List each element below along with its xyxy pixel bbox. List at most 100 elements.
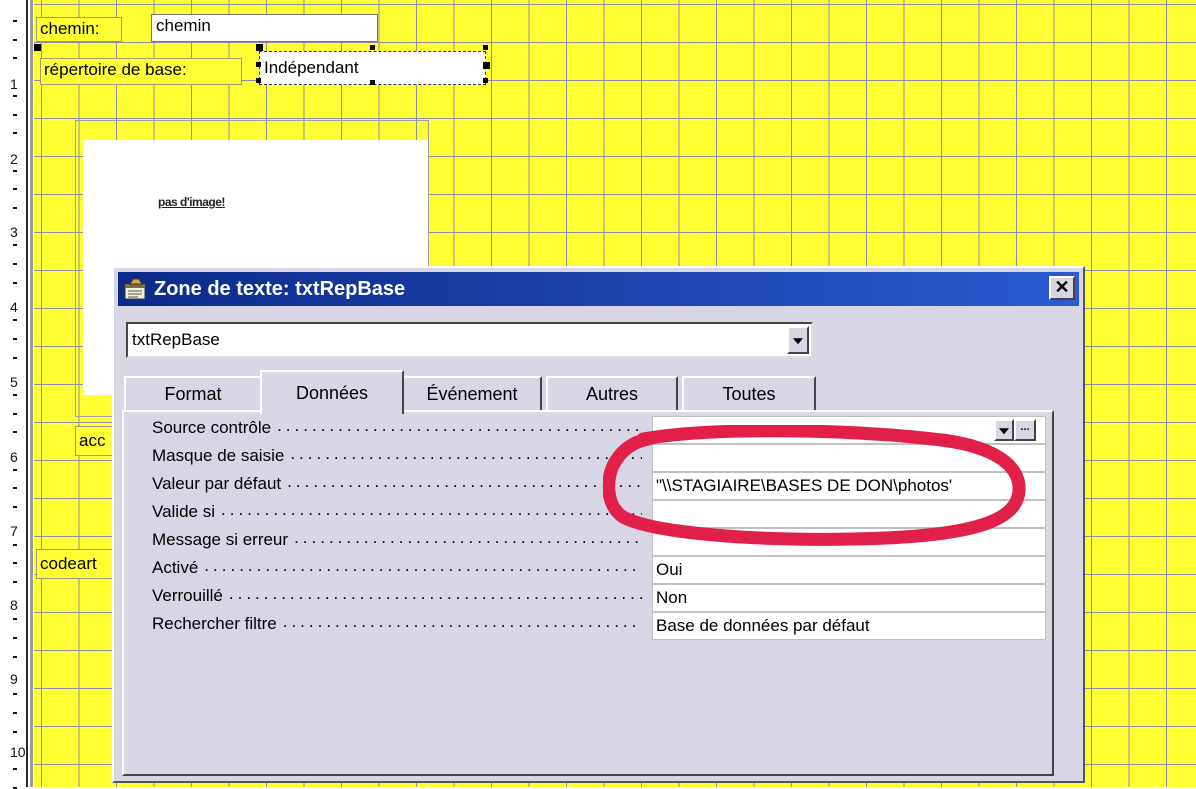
property-label: Rechercher filtre [152, 614, 277, 633]
property-row-valide-si[interactable]: Valide si ..............................… [142, 500, 1046, 528]
ruler-tick [13, 431, 17, 433]
ruler-tick [13, 768, 17, 770]
source-dropdown-button[interactable] [994, 419, 1014, 441]
property-label: Masque de saisie [152, 446, 285, 465]
property-value[interactable] [652, 528, 1046, 556]
ruler-tick [13, 114, 17, 116]
property-value[interactable]: Oui [652, 556, 1046, 584]
close-button[interactable]: ✕ [1049, 276, 1075, 300]
combo-dropdown-button[interactable] [787, 326, 809, 354]
object-selector-combo[interactable]: txtRepBase [126, 322, 813, 358]
dot-leader: ........................................… [290, 444, 642, 463]
property-row-active[interactable]: Activé Oui .............................… [142, 556, 1046, 584]
chevron-down-icon [793, 338, 803, 345]
property-label: Valide si [152, 502, 215, 521]
selection-handle[interactable] [483, 78, 488, 83]
selection-handle[interactable] [483, 45, 488, 50]
ruler-mark: 7 [10, 523, 18, 539]
dot-leader: ........................................… [282, 612, 642, 631]
tab-toutes[interactable]: Toutes [682, 376, 816, 412]
chemin-textbox[interactable]: chemin [151, 14, 378, 42]
property-list-panel: Source contrôle ... ....................… [122, 410, 1054, 776]
property-label: Verrouillé [152, 586, 223, 605]
ruler-tick [13, 244, 17, 246]
dot-leader: ........................................… [228, 584, 642, 603]
vertical-ruler: 1 2 3 4 5 6 7 8 9 10 [0, 0, 28, 789]
property-label: Valeur par défaut [152, 474, 282, 493]
property-row-source-controle[interactable]: Source contrôle ... ....................… [142, 416, 1046, 444]
tab-evenement[interactable]: Événement [402, 376, 542, 412]
property-value[interactable]: "\\STAGIAIRE\BASES DE DON\photos' [652, 472, 1046, 500]
ruler-tick [13, 506, 17, 508]
ruler-tick [13, 95, 17, 97]
ruler-tick [13, 263, 17, 265]
ruler-mark: 3 [10, 224, 18, 240]
selection-handle[interactable] [34, 44, 41, 51]
ruler-mark: 4 [10, 299, 18, 315]
property-value[interactable]: Base de données par défaut [652, 612, 1046, 640]
property-value[interactable] [652, 444, 1046, 472]
ruler-tick [13, 562, 17, 564]
object-selector-value: txtRepBase [132, 330, 220, 349]
dialog-title: Zone de texte: txtRepBase [154, 278, 406, 300]
ruler-tick [13, 207, 17, 209]
selection-handle[interactable] [370, 80, 375, 85]
ruler-tick [13, 731, 17, 733]
ruler-tick [13, 693, 17, 695]
ruler-tick [13, 188, 17, 190]
ruler-mark: 6 [10, 449, 18, 465]
ruler-tick [13, 57, 17, 59]
selection-handle[interactable] [483, 62, 490, 69]
properties-sheet-icon [124, 278, 146, 300]
ruler-tick [13, 656, 17, 658]
ruler-tick [13, 544, 17, 546]
repertoire-label[interactable]: répertoire de base: [40, 58, 242, 85]
tab-donnees[interactable]: Données [260, 370, 404, 414]
ruler-mark: 5 [10, 374, 18, 390]
ruler-tick [13, 637, 17, 639]
chemin-label[interactable]: chemin: [36, 17, 122, 42]
ruler-tick [13, 618, 17, 620]
dot-leader: ........................................… [204, 556, 642, 575]
property-row-masque-de-saisie[interactable]: Masque de saisie .......................… [142, 444, 1046, 472]
selection-handle[interactable] [256, 78, 261, 83]
codeart-label[interactable]: codeart [36, 549, 116, 579]
selection-handle[interactable] [256, 44, 263, 51]
ruler-tick [13, 39, 17, 41]
tab-format[interactable]: Format [124, 376, 262, 412]
build-button[interactable]: ... [1014, 419, 1036, 441]
tab-autres[interactable]: Autres [546, 376, 678, 412]
ellipsis-build-icon: ... [1020, 421, 1030, 433]
property-row-message-si-erreur[interactable]: Message si erreur ......................… [142, 528, 1046, 556]
ruler-mark: 8 [10, 597, 18, 613]
property-label: Source contrôle [152, 418, 272, 437]
property-row-valeur-par-defaut[interactable]: Valeur par défaut "\\STAGIAIRE\BASES DE … [142, 472, 1046, 500]
property-value[interactable]: Non [652, 584, 1046, 612]
dialog-title-bar[interactable]: Zone de texte: txtRepBase ✕ [118, 272, 1079, 306]
ruler-tick [13, 413, 17, 415]
ruler-tick [13, 170, 17, 172]
ruler-tick [13, 712, 17, 714]
property-value[interactable] [652, 500, 1046, 528]
property-row-verrouille[interactable]: Verrouillé Non .........................… [142, 584, 1046, 612]
selection-handle[interactable] [370, 45, 375, 50]
ruler-tick [13, 487, 17, 489]
ruler-tick [13, 20, 17, 22]
image-placeholder-text: pas d'image! [158, 195, 225, 209]
dot-leader: ........................................… [294, 528, 642, 547]
ruler-mark: 2 [10, 151, 18, 167]
ruler-tick [13, 319, 17, 321]
property-row-rechercher-filtre[interactable]: Rechercher filtre Base de données par dé… [142, 612, 1046, 640]
selection-handle[interactable] [256, 62, 261, 67]
property-value[interactable] [652, 416, 1046, 444]
property-label: Activé [152, 558, 199, 577]
property-label: Message si erreur [152, 530, 289, 549]
dot-leader: ........................................… [287, 472, 642, 491]
close-icon: ✕ [1054, 277, 1070, 297]
ruler-mark: 10 [10, 744, 26, 760]
ruler-tick [13, 282, 17, 284]
ruler-tick [13, 132, 17, 134]
ruler-divider [30, 0, 33, 787]
ruler-tick [13, 581, 17, 583]
dot-leader: ........................................… [221, 500, 642, 519]
